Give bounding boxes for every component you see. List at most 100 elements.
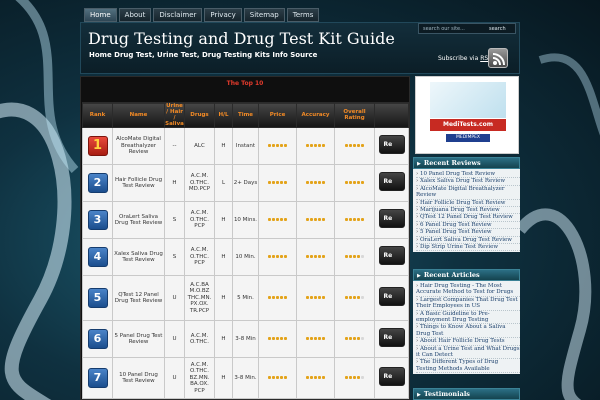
- sample-type: U: [164, 357, 185, 399]
- star-icon: [276, 254, 279, 258]
- star-icon: [349, 143, 352, 147]
- accuracy-stars: [306, 143, 325, 147]
- ad-brand: MEDIMPEX: [446, 134, 490, 142]
- drugs-detected: A.C.M. O.THC. PCP: [184, 238, 215, 276]
- review-button[interactable]: Re: [378, 367, 405, 387]
- col-time: Time: [232, 102, 259, 128]
- review-cell: Re: [374, 201, 409, 239]
- search-button[interactable]: search: [483, 26, 506, 32]
- star-icon: [318, 143, 321, 147]
- overall-stars: [345, 375, 364, 379]
- recent-review-link[interactable]: AlcoMate Digital Breathalyzer Review: [416, 186, 520, 200]
- review-button[interactable]: Re: [378, 287, 405, 307]
- rss-icon[interactable]: [488, 48, 508, 68]
- testimonials-widget: ▶ Testimonials: [413, 388, 520, 400]
- search-input[interactable]: [419, 24, 483, 33]
- star-icon: [280, 375, 283, 379]
- recent-article-link[interactable]: Largest Companies That Drug Test Their E…: [416, 297, 520, 311]
- rank-badge: 4: [87, 247, 108, 267]
- star-icon: [280, 217, 283, 221]
- price-rating: [258, 320, 297, 358]
- recent-review-link[interactable]: Xalex Saliva Drug Test Review: [416, 178, 520, 186]
- recent-review-link[interactable]: OraLert Saliva Drug Test Review: [416, 237, 520, 245]
- nav-sitemap[interactable]: Sitemap: [243, 8, 285, 22]
- nav-home[interactable]: Home: [84, 8, 117, 22]
- recent-article-link[interactable]: Things to Know About a Saliva Drug Test: [416, 324, 520, 339]
- col-price: Price: [258, 102, 297, 128]
- star-icon: [268, 180, 271, 184]
- recent-review-link[interactable]: QTest 12 Panel Drug Test Review: [416, 214, 520, 222]
- sample-type: U: [164, 320, 185, 358]
- recent-review-link[interactable]: 10 Panel Drug Test Review: [416, 171, 520, 179]
- rank-cell: 1: [82, 127, 113, 165]
- review-button[interactable]: Re: [378, 328, 405, 348]
- recent-articles-widget: ▶Recent Articles Hair Drug Testing - The…: [413, 269, 520, 375]
- recent-article-link[interactable]: About Hair Follicle Drug Tests: [416, 338, 520, 346]
- table-row: 2 Hair Follicle Drug Test Review H A.C.M. O…: [82, 164, 409, 202]
- sample-type: --: [164, 127, 185, 165]
- product-name[interactable]: 5 Panel Drug Test Review: [112, 320, 165, 358]
- star-icon: [361, 375, 364, 379]
- nav-privacy[interactable]: Privacy: [204, 8, 242, 22]
- price-rating: [258, 201, 297, 239]
- star-icon: [318, 375, 321, 379]
- drugs-detected: A.C.M. O.THC. PCP: [184, 201, 215, 239]
- recent-review-link[interactable]: Marijuana Drug Test Review: [416, 207, 520, 215]
- star-icon: [272, 295, 275, 299]
- star-icon: [345, 336, 348, 340]
- recent-article-link[interactable]: The Different Types of Drug Testing Meth…: [416, 359, 520, 374]
- result-time: Instant: [232, 127, 259, 165]
- result-time: 10 Mins.: [232, 201, 259, 239]
- overall-stars: [345, 336, 364, 340]
- star-icon: [349, 254, 352, 258]
- product-name[interactable]: OraLert Saliva Drug Test Review: [112, 201, 165, 239]
- star-icon: [314, 375, 317, 379]
- review-button[interactable]: Re: [378, 209, 405, 229]
- star-icon: [310, 375, 313, 379]
- product-name[interactable]: QTest 12 Panel Drug Test Review: [112, 275, 165, 321]
- recent-review-link[interactable]: 6 Panel Drug Test Review: [416, 222, 520, 230]
- site-title[interactable]: Drug Testing and Drug Test Kit Guide: [88, 29, 395, 48]
- product-name[interactable]: Hair Follicle Drug Test Review: [112, 164, 165, 202]
- star-icon: [318, 217, 321, 221]
- table-heading: The Top 10: [226, 80, 264, 87]
- star-icon: [353, 217, 356, 221]
- recent-article-link[interactable]: About a Urine Test and What Drugs it Can…: [416, 346, 520, 360]
- sample-type: S: [164, 238, 185, 276]
- rank-badge: 2: [87, 173, 108, 193]
- star-icon: [276, 217, 279, 221]
- product-name[interactable]: 10 Panel Drug Test Review: [112, 357, 165, 399]
- accuracy-rating: [296, 127, 335, 165]
- rank-badge: 5: [87, 288, 108, 308]
- overall-rating: [334, 201, 375, 239]
- hl-value: H: [214, 357, 233, 399]
- nav-disclaimer[interactable]: Disclaimer: [153, 8, 203, 22]
- star-icon: [353, 375, 356, 379]
- star-icon: [276, 143, 279, 147]
- overall-stars: [345, 180, 364, 184]
- table-row: 7 10 Panel Drug Test Review U A.C.M. O.THC.…: [82, 357, 409, 399]
- nav-terms[interactable]: Terms: [286, 8, 320, 22]
- recent-article-link[interactable]: Hair Drug Testing - The Most Accurate Me…: [416, 283, 520, 297]
- star-icon: [314, 180, 317, 184]
- star-icon: [268, 143, 271, 147]
- nav-about[interactable]: About: [118, 8, 152, 22]
- overall-stars: [345, 143, 364, 147]
- recent-review-link[interactable]: 5 Panel Drug Test Review: [416, 229, 520, 237]
- star-icon: [310, 180, 313, 184]
- sidebar-ad[interactable]: MediTests.com MEDIMPEX: [415, 76, 519, 154]
- review-button[interactable]: Re: [378, 135, 405, 155]
- star-icon: [280, 295, 283, 299]
- star-icon: [310, 217, 313, 221]
- product-name[interactable]: AlcoMate Digital Breathalyzer Review: [112, 127, 165, 165]
- review-button[interactable]: Re: [378, 172, 405, 192]
- star-icon: [345, 217, 348, 221]
- recent-article-link[interactable]: A Basic Guideline to Pre-employment Drug…: [416, 311, 520, 325]
- col-accuracy: Accuracy: [296, 102, 335, 128]
- result-time: 5 Min.: [232, 275, 259, 321]
- recent-review-link[interactable]: Hair Follicle Drug Test Review: [416, 200, 520, 208]
- recent-review-link[interactable]: Dip Strip Urine Test Review: [416, 244, 520, 252]
- testimonials-title: ▶ Testimonials: [413, 388, 520, 400]
- review-button[interactable]: Re: [378, 246, 405, 266]
- product-name[interactable]: Xalex Saliva Drug Test Review: [112, 238, 165, 276]
